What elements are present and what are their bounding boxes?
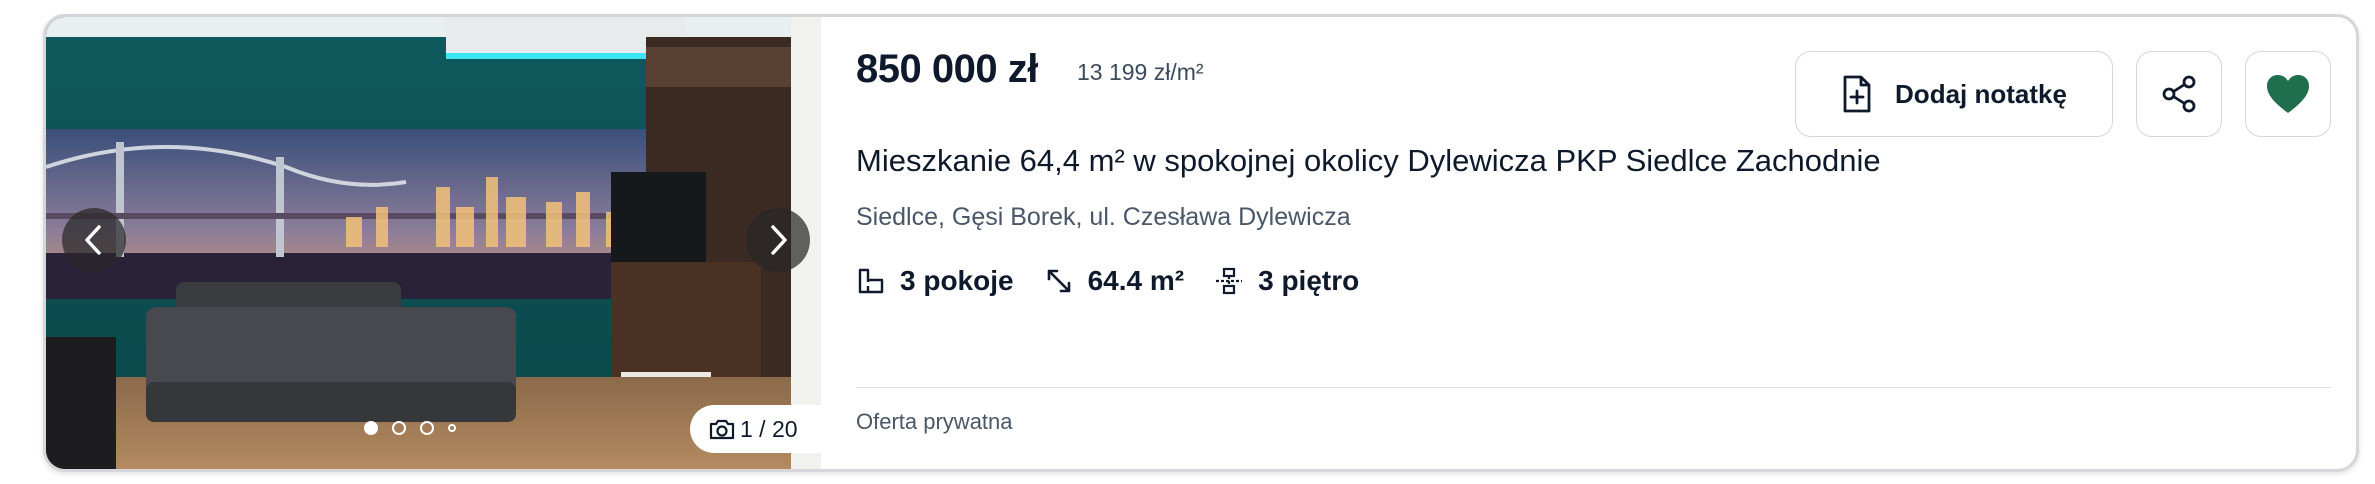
floorplan-icon <box>858 268 884 294</box>
seller-type: Oferta prywatna <box>856 409 1013 434</box>
image-counter-text: 1 / 20 <box>740 415 798 442</box>
features-row: 3 pokoje 64.4 m² 3 piętro <box>856 265 1389 297</box>
add-note-button[interactable]: Dodaj notatkę <box>1795 51 2113 137</box>
gallery-pagination <box>364 421 456 435</box>
feature-floor-label: 3 piętro <box>1258 265 1360 296</box>
feature-area: 64.4 m² <box>1044 265 1185 297</box>
favorite-button[interactable] <box>2245 51 2331 137</box>
chevron-left-icon <box>85 225 101 255</box>
gallery-dot[interactable] <box>448 424 456 432</box>
file-plus-icon <box>1843 75 1871 113</box>
divider <box>856 387 2331 388</box>
chevron-right-icon <box>771 225 787 255</box>
price: 850 000 zł <box>856 47 1038 91</box>
previous-image-button[interactable] <box>62 208 126 272</box>
feature-floor: 3 piętro <box>1214 265 1359 297</box>
feature-rooms: 3 pokoje <box>856 265 1014 297</box>
listing-title[interactable]: Mieszkanie 64,4 m² w spokojnej okolicy D… <box>856 143 1881 179</box>
add-note-label: Dodaj notatkę <box>1895 78 2067 109</box>
stairs-icon <box>1216 267 1243 295</box>
image-counter: 1 / 20 <box>690 405 821 453</box>
gallery-dot[interactable] <box>392 421 406 435</box>
next-image-button[interactable] <box>746 208 810 272</box>
heart-icon <box>2267 75 2309 113</box>
resize-arrow-icon <box>1047 269 1070 293</box>
listing-card[interactable]: 1 / 20 850 000 zł 13 199 zł/m² Mieszkani… <box>43 14 2359 472</box>
share-button[interactable] <box>2136 51 2222 137</box>
image-gallery[interactable]: 1 / 20 <box>46 17 821 469</box>
gallery-dot[interactable] <box>364 421 378 435</box>
feature-area-label: 64.4 m² <box>1087 265 1185 296</box>
gallery-dot[interactable] <box>420 421 434 435</box>
listing-photo[interactable] <box>46 17 821 469</box>
price-per-m2: 13 199 zł/m² <box>1077 59 1204 85</box>
listing-location: Siedlce, Gęsi Borek, ul. Czesława Dylewi… <box>856 203 1351 231</box>
share-icon <box>2162 75 2196 113</box>
feature-rooms-label: 3 pokoje <box>900 265 1014 296</box>
camera-icon <box>709 419 735 440</box>
